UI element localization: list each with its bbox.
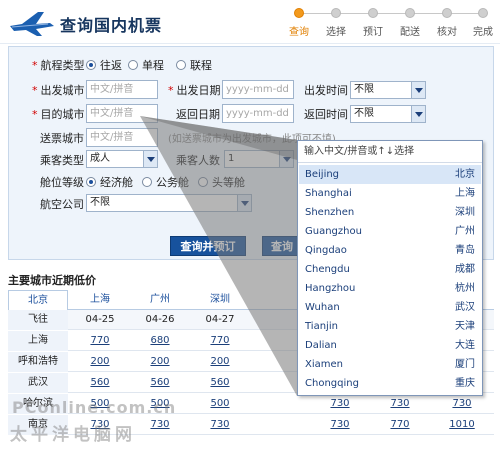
- chevron-down-icon: [411, 82, 425, 98]
- price-link[interactable]: 770: [370, 415, 430, 435]
- price-link[interactable]: 560: [190, 373, 250, 393]
- radio-icon: [176, 60, 186, 70]
- search-and-book-button[interactable]: 查询并预订: [170, 236, 246, 256]
- city-option[interactable]: Beijing 北京: [299, 165, 481, 184]
- depart-time-select[interactable]: 不限: [350, 81, 426, 99]
- page-header: 查询国内机票 查询 选择 预订 配送 核对 完成: [0, 0, 500, 44]
- step-verify: 核对: [432, 8, 462, 38]
- tab-beijing[interactable]: 北京: [8, 290, 68, 311]
- city-option[interactable]: Qingdao 青岛: [299, 241, 481, 260]
- depart-date-label: * 出发日期: [168, 84, 221, 97]
- price-link[interactable]: 680: [130, 331, 190, 351]
- airline-select[interactable]: 不限: [86, 194, 252, 212]
- return-time-label: 返回时间: [304, 108, 348, 121]
- passenger-type-label: 乘客类型: [40, 154, 84, 167]
- return-date-label: 返回日期: [176, 108, 220, 121]
- trip-multi-option[interactable]: 联程: [176, 57, 212, 73]
- chevron-down-icon: [237, 195, 251, 211]
- price-link[interactable]: 200: [190, 352, 250, 372]
- trip-type-label: * 航程类型: [32, 59, 85, 72]
- price-link[interactable]: 200: [130, 352, 190, 372]
- price-link[interactable]: 500: [190, 394, 250, 414]
- depart-date-input[interactable]: yyyy-mm-dd: [222, 80, 294, 99]
- date-header: 04-27: [205, 314, 235, 325]
- cabin-economy-option[interactable]: 经济舱: [86, 174, 133, 190]
- price-link[interactable]: 730: [310, 415, 370, 435]
- city-option[interactable]: Dalian 大连: [299, 336, 481, 355]
- price-link[interactable]: 730: [190, 415, 250, 435]
- city-option[interactable]: Wuhan 武汉: [299, 298, 481, 317]
- dest-city-label: * 目的城市: [32, 108, 85, 121]
- price-link[interactable]: 560: [130, 373, 190, 393]
- city-option[interactable]: Shanghai 上海: [299, 184, 481, 203]
- price-link[interactable]: 200: [70, 352, 130, 372]
- trip-oneway-option[interactable]: 单程: [128, 57, 164, 73]
- step-select: 选择: [321, 8, 351, 38]
- price-link[interactable]: 770: [190, 331, 250, 351]
- price-link[interactable]: 1010: [432, 415, 492, 435]
- tab-shanghai[interactable]: 上海: [70, 290, 130, 310]
- city-option[interactable]: Hangzhou 杭州: [299, 279, 481, 298]
- dest-city-input[interactable]: 中文/拼音: [86, 104, 158, 123]
- price-link[interactable]: 730: [310, 394, 370, 414]
- progress-steps: 查询 选择 预订 配送 核对 完成: [284, 4, 498, 40]
- destination-city: 上海: [8, 331, 68, 351]
- radio-icon: [142, 177, 152, 187]
- price-link[interactable]: 770: [70, 331, 130, 351]
- city-option[interactable]: Shenzhen 深圳: [299, 203, 481, 222]
- airplane-icon: [10, 12, 54, 36]
- city-option[interactable]: Chongqing 重庆: [299, 374, 481, 393]
- step-done: 完成: [468, 8, 498, 38]
- price-link[interactable]: 560: [70, 373, 130, 393]
- watermark-text: 太平洋电脑网: [10, 425, 136, 445]
- step-search: 查询: [284, 8, 314, 38]
- passenger-count-label: 乘客人数: [176, 154, 220, 167]
- cabin-first-option[interactable]: 头等舱: [198, 174, 245, 190]
- depart-city-label: * 出发城市: [32, 84, 85, 97]
- dropdown-hint: 输入中文/拼音或↑↓选择: [298, 141, 482, 163]
- tab-guangzhou[interactable]: 广州: [130, 290, 190, 310]
- date-header: 04-25: [85, 314, 115, 325]
- depart-city-input[interactable]: 中文/拼音: [86, 80, 158, 99]
- search-button[interactable]: 查询: [262, 236, 302, 256]
- price-link[interactable]: 730: [370, 394, 430, 414]
- city-option[interactable]: Tianjin 天津: [299, 317, 481, 336]
- delivery-city-label: 送票城市: [40, 132, 84, 145]
- airline-label: 航空公司: [40, 198, 84, 211]
- date-header: 04-26: [145, 314, 175, 325]
- depart-time-label: 出发时间: [304, 84, 348, 97]
- cabin-business-option[interactable]: 公务舱: [142, 174, 189, 190]
- step-book: 预订: [358, 8, 388, 38]
- destination-city: 武汉: [8, 373, 68, 393]
- return-time-select[interactable]: 不限: [350, 105, 426, 123]
- chevron-down-icon: [143, 151, 157, 167]
- trip-roundtrip-option[interactable]: 往返: [86, 57, 122, 73]
- watermark-text: PConline.com.cn: [12, 398, 177, 417]
- table-header-label: 飞往: [8, 310, 68, 330]
- radio-checked-icon: [86, 60, 96, 70]
- destination-city: 呼和浩特: [8, 352, 68, 372]
- chevron-down-icon: [411, 106, 425, 122]
- cabin-label: 舱位等级: [40, 176, 84, 189]
- return-date-input[interactable]: yyyy-mm-dd: [222, 104, 294, 123]
- city-option[interactable]: Chengdu 成都: [299, 260, 481, 279]
- price-link[interactable]: 730: [432, 394, 492, 414]
- radio-icon: [128, 60, 138, 70]
- passenger-count-select[interactable]: 1: [224, 150, 294, 168]
- chevron-down-icon: [279, 151, 293, 167]
- passenger-type-select[interactable]: 成人: [86, 150, 158, 168]
- step-delivery: 配送: [395, 8, 425, 38]
- radio-checked-icon: [86, 177, 96, 187]
- page-title: 查询国内机票: [60, 16, 163, 35]
- city-dropdown[interactable]: 输入中文/拼音或↑↓选择 Beijing 北京 Shanghai 上海 Shenzh…: [297, 140, 483, 396]
- price-link[interactable]: 730: [130, 415, 190, 435]
- city-option[interactable]: Guangzhou 广州: [299, 222, 481, 241]
- radio-icon: [198, 177, 208, 187]
- delivery-city-input[interactable]: 中文/拼音: [86, 128, 158, 147]
- city-option[interactable]: Xiamen 厦门: [299, 355, 481, 374]
- tab-shenzhen[interactable]: 深圳: [190, 290, 250, 310]
- low-price-title: 主要城市近期低价: [8, 274, 96, 287]
